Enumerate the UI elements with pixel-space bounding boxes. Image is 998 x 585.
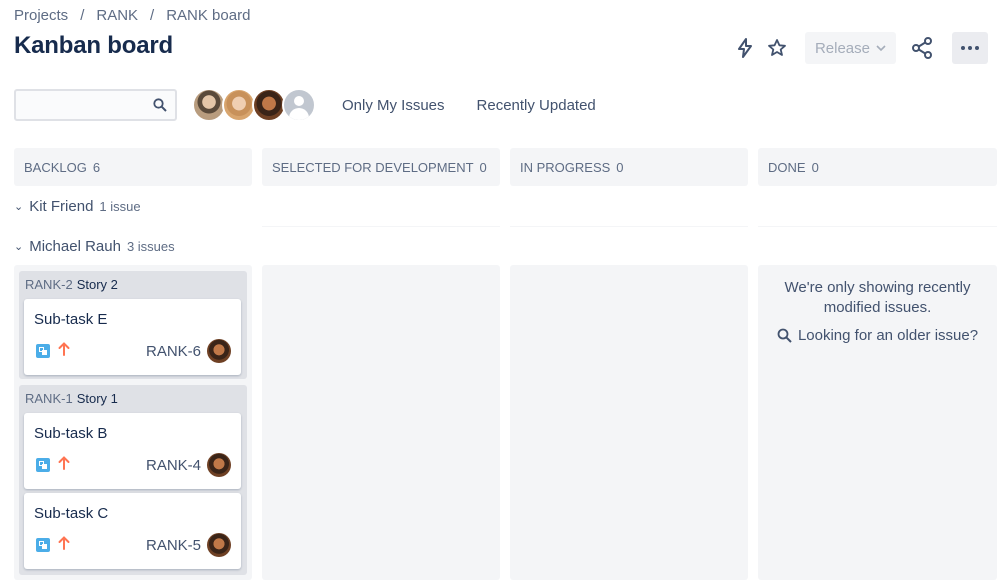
swimlane-name: Kit Friend xyxy=(29,198,94,215)
issue-key: RANK-4 xyxy=(145,457,201,474)
avatar-unassigned[interactable] xyxy=(282,88,316,122)
automation-button[interactable] xyxy=(729,32,761,64)
chevron-down-icon xyxy=(876,45,886,52)
avatar-group xyxy=(192,88,316,122)
done-column-message: We're only showing recently modified iss… xyxy=(784,279,971,316)
avatar xyxy=(207,453,231,477)
column-count: 6 xyxy=(92,159,101,175)
person-icon xyxy=(294,96,304,106)
more-icon xyxy=(961,46,979,50)
filter-bar: Only My Issues Recently Updated xyxy=(14,88,596,122)
release-label: Release xyxy=(814,39,870,57)
breadcrumb-separator: / xyxy=(150,7,155,24)
swimlane-count: 3 issues xyxy=(126,239,175,254)
issue-key: RANK-6 xyxy=(145,343,201,360)
board-actions: Release xyxy=(729,32,988,64)
issue-title: Sub-task E xyxy=(34,311,108,328)
avatar xyxy=(207,339,231,363)
quick-filter-recently-updated[interactable]: Recently Updated xyxy=(477,97,596,114)
quick-filter-only-my-issues[interactable]: Only My Issues xyxy=(342,97,445,114)
breadcrumb-separator: / xyxy=(80,7,85,24)
priority-high-icon xyxy=(58,536,70,550)
page-title: Kanban board xyxy=(14,32,173,59)
older-issue-link[interactable]: Looking for an older issue? xyxy=(758,327,997,344)
issue-card[interactable]: Sub-task B RANK-4 xyxy=(24,413,241,489)
swimlane-header-michael-rauh[interactable]: ⌄ Michael Rauh 3 issues xyxy=(14,238,175,255)
star-button[interactable] xyxy=(761,32,793,64)
breadcrumb: Projects / RANK / RANK board xyxy=(14,7,250,24)
lightning-icon xyxy=(737,38,752,58)
parent-issue-group: RANK-1 Story 1 Sub-task B RANK-4 Sub-tas… xyxy=(19,385,247,575)
column-selected-for-development xyxy=(262,265,500,580)
share-button[interactable] xyxy=(906,32,938,64)
issue-title: Sub-task C xyxy=(34,505,109,522)
swimlane-count: 1 issue xyxy=(99,199,141,214)
avatar[interactable] xyxy=(192,88,226,122)
parent-issue-key: RANK-1 xyxy=(25,390,73,406)
avatar[interactable] xyxy=(222,88,256,122)
column-header-done[interactable]: DONE 0 xyxy=(758,148,997,186)
column-count: 0 xyxy=(811,159,819,175)
column-header-in-progress[interactable]: IN PROGRESS 0 xyxy=(510,148,748,186)
older-issue-link-label: Looking for an older issue? xyxy=(797,327,979,344)
subtask-icon xyxy=(36,458,50,472)
column-header-backlog[interactable]: BACKLOG 6 xyxy=(14,148,252,186)
column-count: 0 xyxy=(616,159,624,175)
issue-key: RANK-5 xyxy=(145,537,201,554)
column-count: 0 xyxy=(479,159,487,175)
swimlane-name: Michael Rauh xyxy=(29,238,121,255)
search-input[interactable] xyxy=(16,91,146,119)
parent-issue-summary: Story 1 xyxy=(76,390,118,406)
more-button[interactable] xyxy=(952,32,988,64)
subtask-icon xyxy=(36,538,50,552)
lane-divider xyxy=(510,226,748,227)
column-name: SELECTED FOR DEVELOPMENT xyxy=(272,159,474,175)
swimlane-header-kit-friend[interactable]: ⌄ Kit Friend 1 issue xyxy=(14,198,141,215)
share-icon xyxy=(912,37,932,59)
release-button[interactable]: Release xyxy=(804,32,896,64)
column-name: IN PROGRESS xyxy=(520,159,611,175)
lane-divider xyxy=(758,226,997,227)
breadcrumb-project[interactable]: RANK xyxy=(96,7,138,24)
avatar[interactable] xyxy=(252,88,286,122)
priority-high-icon xyxy=(58,456,70,470)
column-name: BACKLOG xyxy=(24,159,87,175)
breadcrumb-board[interactable]: RANK board xyxy=(166,7,250,24)
issue-title: Sub-task B xyxy=(34,425,108,442)
chevron-down-icon: ⌄ xyxy=(14,241,24,253)
person-icon-body xyxy=(289,108,309,120)
search-icon xyxy=(777,328,792,343)
parent-issue-header[interactable]: RANK-2 Story 2 xyxy=(19,271,247,297)
search-box xyxy=(14,89,177,121)
issue-card[interactable]: Sub-task C RANK-5 xyxy=(24,493,241,569)
column-name: DONE xyxy=(768,159,806,175)
avatar xyxy=(207,533,231,557)
chevron-down-icon: ⌄ xyxy=(14,201,24,213)
parent-issue-key: RANK-2 xyxy=(25,276,73,292)
parent-issue-summary: Story 2 xyxy=(76,276,118,292)
parent-issue-group: RANK-2 Story 2 Sub-task E RANK-6 xyxy=(19,271,247,379)
parent-issue-header[interactable]: RANK-1 Story 1 xyxy=(19,385,247,411)
star-icon xyxy=(768,39,786,56)
issue-card[interactable]: Sub-task E RANK-6 xyxy=(24,299,241,375)
subtask-icon xyxy=(36,344,50,358)
priority-high-icon xyxy=(58,342,70,356)
search-icon[interactable] xyxy=(153,98,167,112)
column-in-progress xyxy=(510,265,748,580)
column-header-selected-for-development[interactable]: SELECTED FOR DEVELOPMENT 0 xyxy=(262,148,500,186)
breadcrumb-projects[interactable]: Projects xyxy=(14,7,68,24)
lane-divider xyxy=(262,226,500,227)
